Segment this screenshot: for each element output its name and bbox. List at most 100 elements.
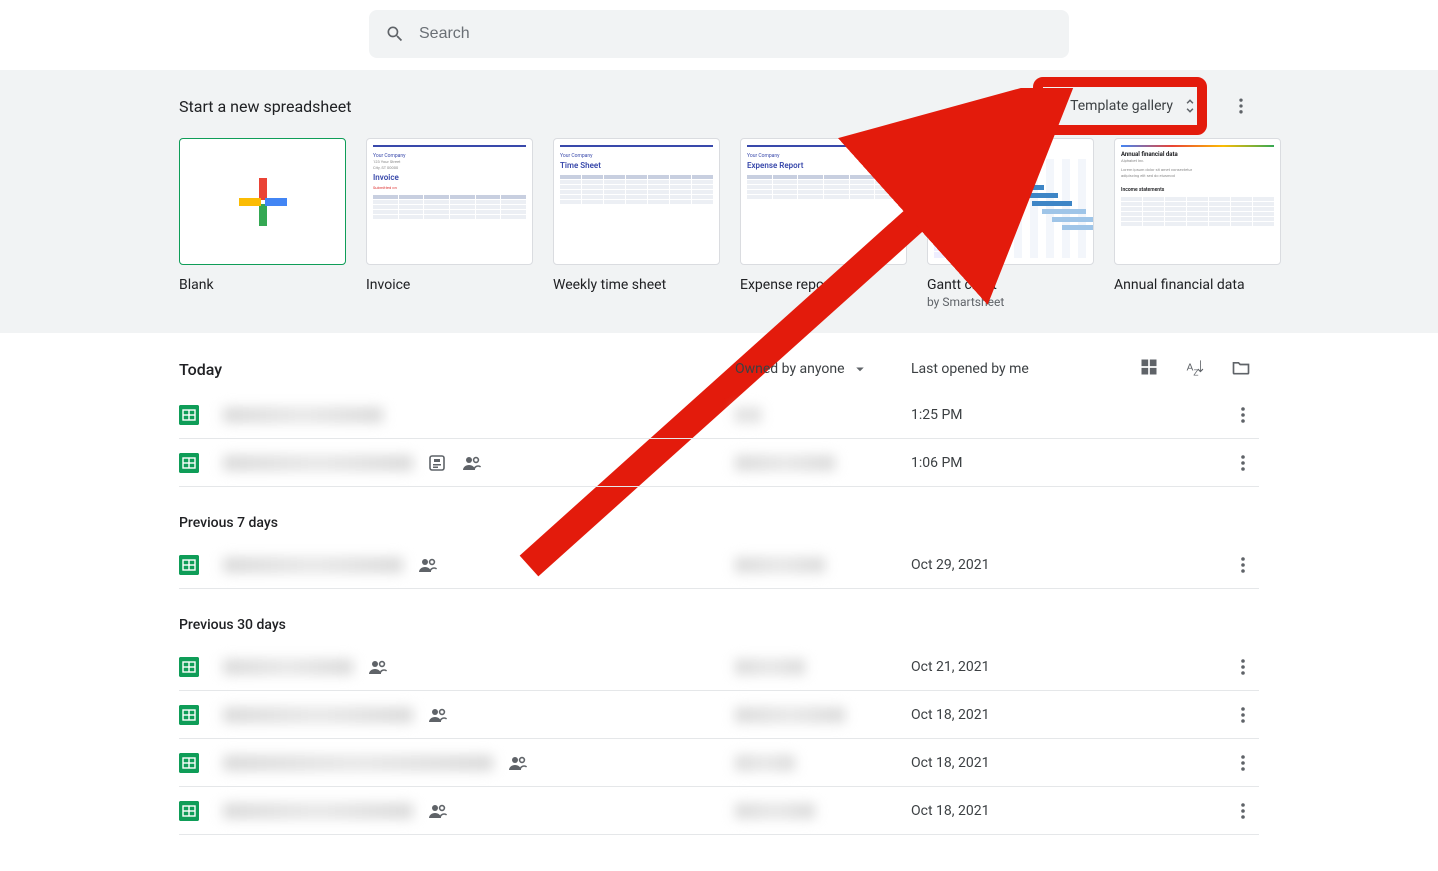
document-row[interactable]: 1:25 PM	[179, 391, 1259, 439]
templates-more-button[interactable]	[1223, 88, 1259, 124]
document-row[interactable]: Oct 18, 2021	[179, 691, 1259, 739]
template-name: Gantt chart	[927, 277, 1094, 293]
document-date: 1:25 PM	[911, 407, 1111, 423]
sheets-file-icon	[179, 405, 199, 425]
template-thumbnail[interactable]: Your Company Expense Report	[740, 138, 907, 265]
document-owner-redacted	[735, 557, 825, 573]
template-card[interactable]: Your Company 123 Your StreetCity, ST 000…	[366, 138, 533, 309]
document-name-redacted	[223, 659, 353, 675]
document-name-redacted	[223, 755, 493, 771]
row-more-button[interactable]	[1233, 753, 1253, 773]
document-date: Oct 18, 2021	[911, 803, 1111, 819]
template-name: Annual financial data	[1114, 277, 1281, 293]
row-more-button[interactable]	[1233, 555, 1253, 575]
document-row[interactable]: 1:06 PM	[179, 439, 1259, 487]
templates-header: Start a new spreadsheet Template gallery	[179, 88, 1259, 124]
owner-filter-label: Owned by anyone	[735, 361, 845, 377]
document-name-area	[223, 407, 735, 423]
unfold-more-icon	[1181, 97, 1199, 115]
sheets-file-icon	[179, 753, 199, 773]
apps-script-icon	[427, 453, 447, 473]
template-card[interactable]: GANTT Gantt chart by Smartsheet	[927, 138, 1094, 309]
search-input[interactable]	[417, 10, 1053, 58]
template-name: Expense report	[740, 277, 907, 293]
template-name: Invoice	[366, 277, 533, 293]
document-owner-redacted	[735, 755, 795, 771]
template-thumbnail[interactable]: Annual financial data Alphabet Inc. Lore…	[1114, 138, 1281, 265]
shared-icon	[417, 555, 437, 575]
row-more-button[interactable]	[1233, 801, 1253, 821]
shared-icon	[367, 657, 387, 677]
caret-down-icon	[851, 360, 869, 378]
template-card[interactable]: Annual financial data Alphabet Inc. Lore…	[1114, 138, 1281, 309]
document-owner-area	[735, 803, 911, 819]
sort-options-button[interactable]: AZ	[1185, 357, 1205, 381]
grid-view-button[interactable]	[1139, 357, 1159, 381]
document-owner-area	[735, 455, 911, 471]
document-name-redacted	[223, 707, 413, 723]
document-owner-redacted	[735, 659, 805, 675]
template-card[interactable]: Your Company Time Sheet Weekly time shee…	[553, 138, 720, 309]
shared-icon	[427, 705, 447, 725]
shared-icon	[461, 453, 481, 473]
document-owner-area	[735, 407, 911, 423]
document-name-redacted	[223, 455, 413, 471]
document-name-redacted	[223, 557, 403, 573]
document-date: Oct 29, 2021	[911, 557, 1111, 573]
document-row[interactable]: Oct 21, 2021	[179, 643, 1259, 691]
search-bar[interactable]	[369, 10, 1069, 58]
sheets-file-icon	[179, 801, 199, 821]
templates-section: Start a new spreadsheet Template gallery	[0, 70, 1438, 333]
document-owner-redacted	[735, 455, 835, 471]
template-card[interactable]: Your Company Expense Report Expense repo…	[740, 138, 907, 309]
document-name-area	[223, 753, 735, 773]
document-row[interactable]: Oct 18, 2021	[179, 739, 1259, 787]
more-vert-icon	[1231, 96, 1251, 116]
documents-list: 1:25 PM 1:06 PM Previ	[179, 391, 1259, 835]
template-name: Weekly time sheet	[553, 277, 720, 293]
sheets-file-icon	[179, 705, 199, 725]
templates-title: Start a new spreadsheet	[179, 97, 351, 116]
svg-text:Z: Z	[1193, 367, 1198, 377]
document-date: Oct 21, 2021	[911, 659, 1111, 675]
owner-filter-dropdown[interactable]: Owned by anyone	[735, 360, 911, 378]
row-more-button[interactable]	[1233, 405, 1253, 425]
sort-column-header[interactable]: Last opened by me	[911, 361, 1111, 377]
template-thumbnail[interactable]: GANTT	[927, 138, 1094, 265]
template-subtitle: by Smartsheet	[927, 295, 1094, 309]
document-name-redacted	[223, 407, 383, 423]
documents-section: Today Owned by anyone Last opened by me …	[179, 357, 1259, 835]
row-more-button[interactable]	[1233, 453, 1253, 473]
template-card[interactable]: Blank	[179, 138, 346, 309]
templates-row: Blank Your Company 123 Your StreetCity, …	[179, 138, 1259, 309]
document-owner-redacted	[735, 407, 761, 423]
search-icon	[385, 24, 405, 44]
list-toolbar-actions: AZ	[1111, 357, 1259, 381]
template-thumbnail[interactable]: Your Company Time Sheet	[553, 138, 720, 265]
list-group-heading: Previous 30 days	[179, 589, 1259, 643]
document-name-area	[223, 453, 735, 473]
row-more-button[interactable]	[1233, 705, 1253, 725]
sheets-file-icon	[179, 657, 199, 677]
template-thumbnail[interactable]: Your Company 123 Your StreetCity, ST 000…	[366, 138, 533, 265]
search-bar-area	[0, 0, 1438, 70]
document-name-area	[223, 657, 735, 677]
template-thumbnail[interactable]	[179, 138, 346, 265]
template-gallery-label: Template gallery	[1070, 98, 1173, 114]
document-name-area	[223, 801, 735, 821]
list-heading-today: Today	[179, 360, 735, 379]
document-owner-area	[735, 755, 911, 771]
list-toolbar: Today Owned by anyone Last opened by me …	[179, 357, 1259, 381]
document-row[interactable]: Oct 18, 2021	[179, 787, 1259, 835]
document-owner-redacted	[735, 707, 845, 723]
document-date: Oct 18, 2021	[911, 755, 1111, 771]
document-row[interactable]: Oct 29, 2021	[179, 541, 1259, 589]
row-more-button[interactable]	[1233, 657, 1253, 677]
list-group-heading: Previous 7 days	[179, 487, 1259, 541]
document-date: 1:06 PM	[911, 455, 1111, 471]
document-owner-area	[735, 659, 911, 675]
template-gallery-button[interactable]: Template gallery	[1056, 90, 1203, 122]
document-name-redacted	[223, 803, 413, 819]
open-file-picker-button[interactable]	[1231, 357, 1251, 381]
shared-icon	[427, 801, 447, 821]
